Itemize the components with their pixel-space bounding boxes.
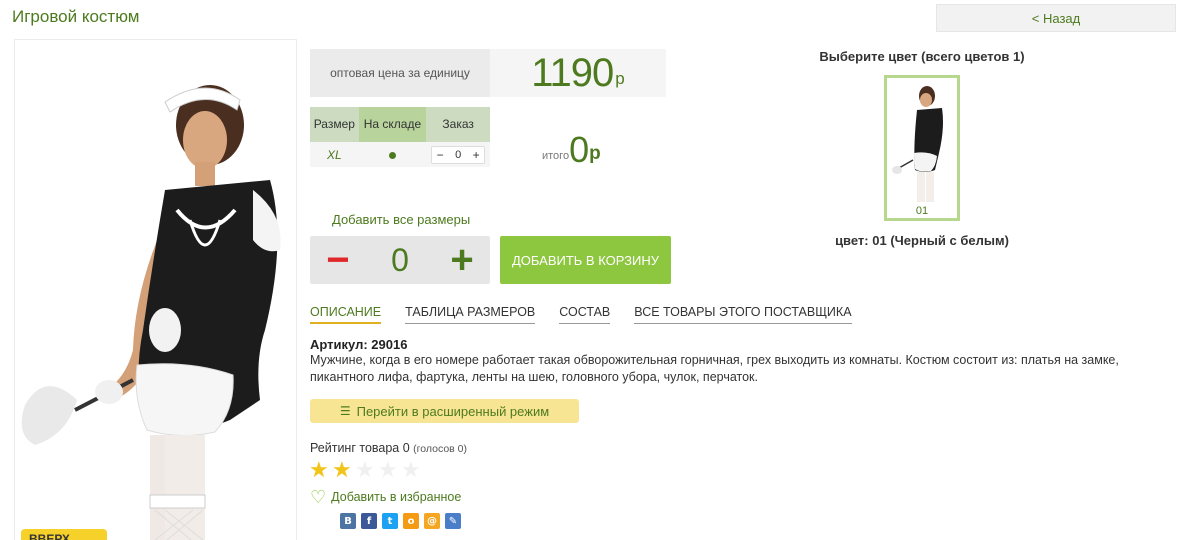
star-empty-icon[interactable]: ★ [401, 458, 424, 482]
total-currency: р [589, 143, 601, 164]
order-qty-stepper: − 0 + [431, 145, 486, 164]
star-filled-icon[interactable]: ★ [332, 458, 355, 482]
extended-mode-button[interactable]: ☰ Перейти в расширенный режим [310, 399, 579, 423]
list-icon: ☰ [339, 404, 351, 418]
odnoklassniki-icon[interactable]: o [403, 513, 419, 529]
page-title: Игровой костюм [12, 7, 140, 26]
article-number: Артикул: 29016 [310, 337, 408, 352]
vk-icon[interactable]: B [340, 513, 356, 529]
order-minus-button[interactable]: − [432, 148, 448, 162]
twitter-icon[interactable]: t [382, 513, 398, 529]
add-to-favorites-label: Добавить в избранное [331, 490, 462, 504]
product-tabs: ОПИСАНИЕ ТАБЛИЦА РАЗМЕРОВ СОСТАВ ВСЕ ТОВ… [310, 305, 876, 324]
price-currency: р [615, 69, 625, 88]
order-column-header: Заказ [426, 107, 490, 142]
order-plus-button[interactable]: + [468, 148, 484, 162]
tab-size-chart[interactable]: ТАБЛИЦА РАЗМЕРОВ [405, 305, 536, 324]
tab-supplier-products[interactable]: ВСЕ ТОВАРЫ ЭТОГО ПОСТАВЩИКА [634, 305, 852, 324]
order-qty-input[interactable]: 0 [448, 149, 468, 161]
price-number: 1190 [531, 50, 614, 95]
mailru-icon[interactable]: @ [424, 513, 440, 529]
color-swatch-code: 01 [915, 205, 929, 217]
sizes-table: Размер На складе Заказ XL − 0 + [310, 107, 490, 167]
quantity-plus-button[interactable]: + [434, 240, 490, 280]
add-all-sizes-link[interactable]: Добавить все размеры [332, 212, 470, 227]
quantity-minus-button[interactable]: − [310, 240, 366, 280]
add-to-favorites[interactable]: ♡ Добавить в избранное [310, 487, 462, 507]
in-stock-dot-icon [388, 151, 396, 159]
scroll-up-badge[interactable]: ВВЕРХ [21, 529, 107, 540]
quantity-stepper: − 0 + [310, 236, 490, 284]
sizes-table-header: Размер На складе Заказ [310, 107, 490, 142]
star-empty-icon[interactable]: ★ [378, 458, 401, 482]
price-label: оптовая цена за единицу [310, 49, 490, 97]
size-cell: XL [310, 142, 359, 167]
color-picker-title: Выберите цвет (всего цветов 1) [819, 49, 1025, 64]
heart-icon: ♡ [310, 487, 327, 507]
quantity-input[interactable]: 0 [366, 242, 434, 279]
color-swatch-01[interactable]: 01 [884, 75, 960, 221]
total-value: 0 [569, 129, 590, 170]
price-value: 1190 р [490, 49, 666, 97]
back-button[interactable]: < Назад [936, 4, 1176, 32]
color-swatch-image [892, 86, 943, 202]
social-share-bar: B f t o @ ✎ [340, 513, 466, 529]
rating-stars: ★ ★ ★ ★ ★ [309, 458, 424, 482]
rating-label: Рейтинг товара 0 [310, 441, 410, 455]
tab-description[interactable]: ОПИСАНИЕ [310, 305, 382, 324]
tab-composition[interactable]: СОСТАВ [559, 305, 611, 324]
facebook-icon[interactable]: f [361, 513, 377, 529]
star-filled-icon[interactable]: ★ [309, 458, 332, 482]
product-photo-illustration [21, 85, 281, 540]
product-description: Мужчине, когда в его номере работает так… [310, 353, 1119, 384]
rating-text: Рейтинг товара 0 (голосов 0) [310, 441, 467, 455]
product-photo[interactable]: ВВЕРХ [14, 39, 297, 540]
table-row: XL − 0 + [310, 142, 490, 167]
stock-cell [358, 142, 427, 167]
stock-column-header: На складе [358, 107, 427, 142]
add-to-cart-button[interactable]: ДОБАВИТЬ В КОРЗИНУ [500, 236, 671, 284]
star-empty-icon[interactable]: ★ [355, 458, 378, 482]
extended-mode-label: Перейти в расширенный режим [356, 403, 550, 419]
order-cell: − 0 + [426, 142, 490, 167]
total-sum: итого 0 р [542, 132, 601, 168]
size-column-header: Размер [310, 107, 359, 142]
rating-votes: (голосов 0) [413, 443, 467, 455]
total-label: итого [542, 150, 570, 162]
livejournal-icon[interactable]: ✎ [445, 513, 461, 529]
selected-color-caption: цвет: 01 (Черный с белым) [835, 233, 1009, 248]
